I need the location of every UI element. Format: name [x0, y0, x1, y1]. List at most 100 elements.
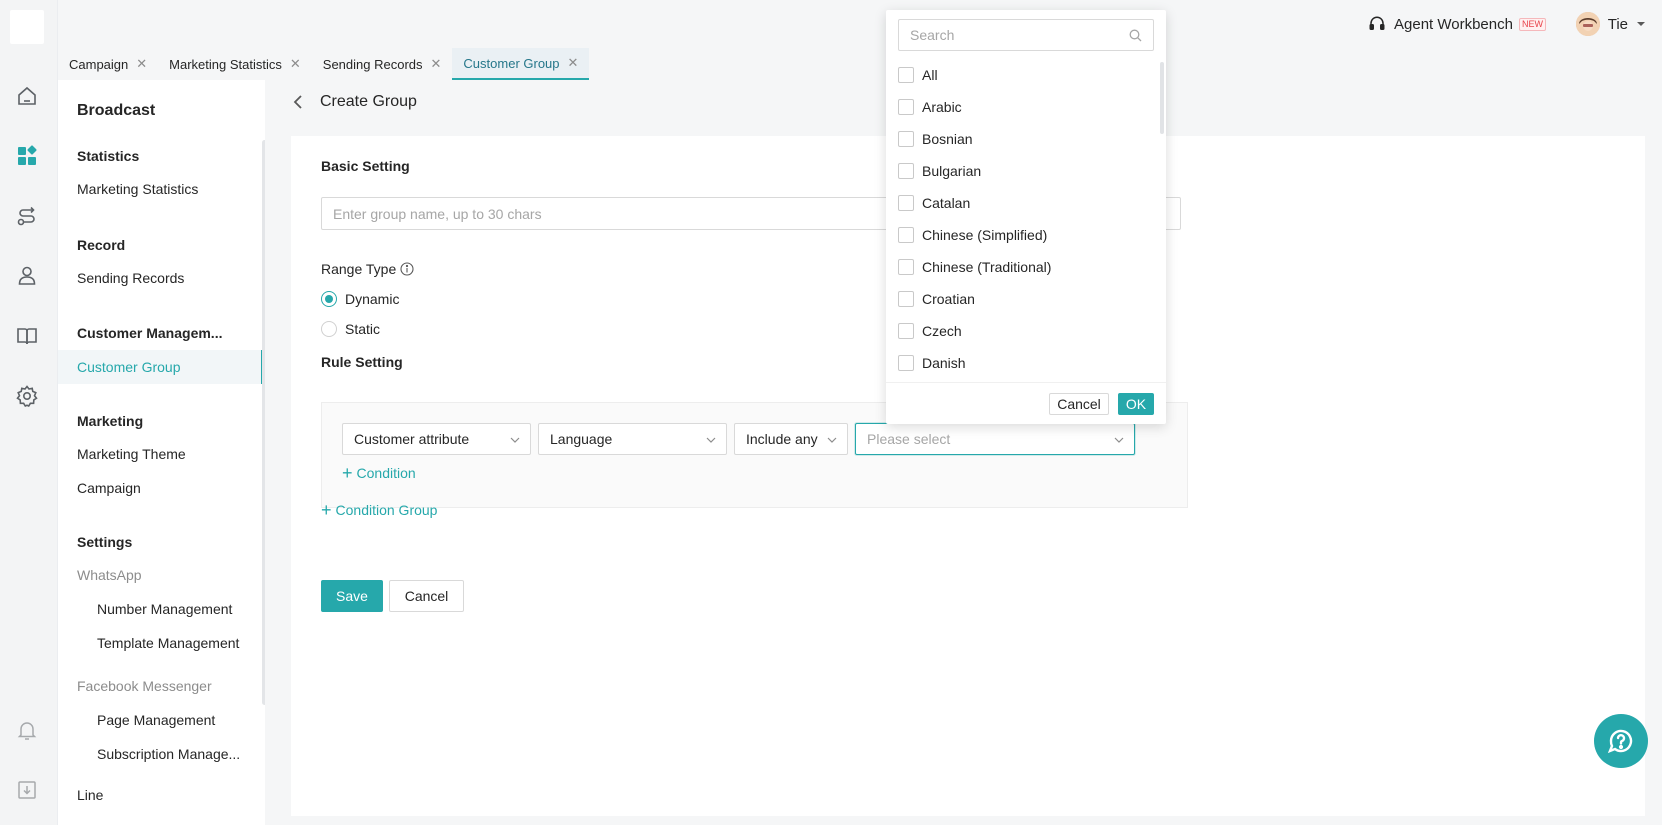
dropdown-search-input[interactable]: Search	[898, 19, 1154, 51]
back-arrow-icon[interactable]	[290, 94, 306, 110]
book-icon[interactable]	[15, 324, 39, 348]
agent-workbench-label: Agent Workbench	[1394, 15, 1513, 33]
sidebar-subgroup-facebook-messenger[interactable]: Facebook Messenger	[77, 678, 212, 694]
sidebar-subgroup-whatsapp[interactable]: WhatsApp	[77, 567, 142, 583]
checkbox[interactable]	[898, 99, 914, 115]
option-chinese-traditional[interactable]: Chinese (Traditional)	[898, 259, 1051, 275]
operator-select[interactable]: Include any	[734, 423, 848, 455]
save-button[interactable]: Save	[321, 580, 383, 612]
checkbox[interactable]	[898, 67, 914, 83]
checkbox[interactable]	[898, 355, 914, 371]
tab-label: Sending Records	[322, 56, 423, 72]
sidebar-item-page-management[interactable]: Page Management	[97, 712, 215, 728]
option-chinese-simplified[interactable]: Chinese (Simplified)	[898, 227, 1047, 243]
add-condition-group-label: Condition Group	[335, 502, 438, 518]
language-value-select[interactable]: Please select	[855, 423, 1135, 455]
new-badge: NEW	[1518, 17, 1546, 31]
app-logo[interactable]	[10, 10, 44, 44]
bell-icon[interactable]	[15, 718, 39, 742]
agent-workbench-link[interactable]: Agent Workbench NEW	[1368, 14, 1546, 34]
close-icon[interactable]: ✕	[290, 56, 301, 72]
option-croatian[interactable]: Croatian	[898, 291, 975, 307]
range-type-text: Range Type	[321, 261, 397, 277]
sidebar-item-marketing-theme[interactable]: Marketing Theme	[77, 446, 186, 462]
option-catalan[interactable]: Catalan	[898, 195, 970, 211]
add-condition-group-link[interactable]: + Condition Group	[321, 501, 438, 519]
close-icon[interactable]: ✕	[136, 56, 147, 72]
tab-sending-records[interactable]: Sending Records ✕	[312, 48, 453, 80]
tab-label: Marketing Statistics	[169, 56, 282, 72]
option-label: Chinese (Simplified)	[922, 227, 1048, 243]
plus-icon: +	[342, 463, 353, 483]
radio-static[interactable]: Static	[321, 321, 380, 337]
sidebar-item-sending-records[interactable]: Sending Records	[77, 270, 184, 286]
icon-rail	[0, 0, 58, 825]
section-basic-setting: Basic Setting	[321, 158, 410, 174]
search-icon	[1129, 29, 1142, 42]
sidebar-item-template-management[interactable]: Template Management	[97, 635, 239, 651]
option-bosnian[interactable]: Bosnian	[898, 131, 973, 147]
checkbox[interactable]	[898, 163, 914, 179]
info-icon[interactable]	[400, 262, 414, 276]
headset-icon	[1369, 16, 1385, 30]
option-danish[interactable]: Danish	[898, 355, 966, 371]
page-title: Create Group	[320, 93, 417, 110]
option-label: Chinese (Traditional)	[922, 259, 1052, 275]
chevron-down-icon	[706, 435, 716, 445]
tab-campaign[interactable]: Campaign ✕	[58, 48, 158, 80]
close-icon[interactable]: ✕	[568, 55, 579, 71]
home-icon[interactable]	[15, 84, 39, 108]
option-label: Czech	[922, 323, 962, 339]
add-condition-link[interactable]: + Condition	[342, 463, 416, 483]
option-bulgarian[interactable]: Bulgarian	[898, 163, 981, 179]
close-icon[interactable]: ✕	[431, 56, 442, 72]
broadcast-sidebar: Broadcast Statistics Marketing Statistic…	[58, 80, 265, 825]
sidebar-group-customer-management: Customer Managem...	[77, 325, 223, 341]
sidebar-item-subscription-management[interactable]: Subscription Manage...	[97, 746, 240, 762]
select-placeholder: Please select	[867, 431, 951, 447]
help-button[interactable]	[1594, 714, 1648, 768]
dropdown-cancel-button[interactable]: Cancel	[1049, 393, 1109, 415]
option-czech[interactable]: Czech	[898, 323, 962, 339]
dashboard-icon[interactable]	[15, 144, 39, 168]
user-name: Tie	[1607, 15, 1628, 33]
option-arabic[interactable]: Arabic	[898, 99, 962, 115]
tab-label: Customer Group	[463, 55, 560, 71]
sidebar-item-customer-group[interactable]: Customer Group	[58, 350, 263, 384]
sidebar-item-number-management[interactable]: Number Management	[97, 601, 232, 617]
contacts-icon[interactable]	[15, 264, 39, 288]
route-icon[interactable]	[15, 204, 39, 228]
checkbox[interactable]	[898, 131, 914, 147]
sidebar-item-campaign[interactable]: Campaign	[77, 480, 141, 496]
dropdown-scrollbar[interactable]	[1160, 62, 1164, 134]
checkbox[interactable]	[898, 227, 914, 243]
tab-marketing-statistics[interactable]: Marketing Statistics ✕	[158, 48, 312, 80]
option-all[interactable]: All	[898, 67, 938, 83]
tab-label: Campaign	[69, 56, 129, 72]
dropdown-ok-button[interactable]: OK	[1118, 393, 1154, 415]
checkbox[interactable]	[898, 195, 914, 211]
radio-circle[interactable]	[321, 321, 337, 337]
cancel-button[interactable]: Cancel	[389, 580, 464, 612]
download-icon[interactable]	[15, 778, 39, 802]
option-label: Catalan	[922, 195, 971, 211]
language-dropdown: Search All Arabic Bosnian Bulgarian Cata…	[886, 10, 1166, 424]
radio-circle[interactable]	[321, 291, 337, 307]
settings-icon[interactable]	[15, 384, 39, 408]
caret-down-icon	[1637, 22, 1645, 26]
checkbox[interactable]	[898, 291, 914, 307]
checkbox[interactable]	[898, 259, 914, 275]
chevron-down-icon	[1114, 435, 1124, 445]
attribute-type-select[interactable]: Customer attribute	[342, 423, 531, 455]
range-type-label: Range Type	[321, 261, 414, 277]
sidebar-subgroup-line[interactable]: Line	[77, 787, 103, 803]
radio-label: Dynamic	[345, 291, 400, 307]
radio-dynamic[interactable]: Dynamic	[321, 291, 399, 307]
checkbox[interactable]	[898, 323, 914, 339]
sidebar-group-record: Record	[77, 237, 126, 253]
sidebar-item-marketing-statistics[interactable]: Marketing Statistics	[77, 181, 198, 197]
tab-customer-group[interactable]: Customer Group ✕	[452, 48, 590, 80]
dropdown-footer: Cancel OK	[886, 382, 1166, 424]
user-menu[interactable]: Tie	[1575, 12, 1646, 36]
attribute-select[interactable]: Language	[538, 423, 727, 455]
